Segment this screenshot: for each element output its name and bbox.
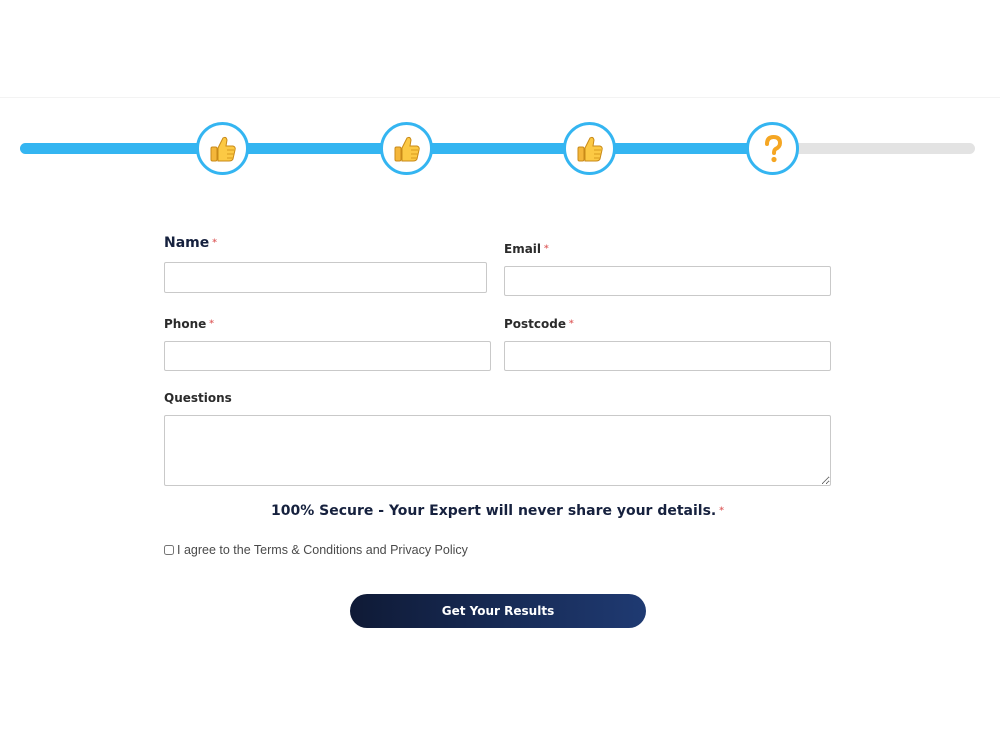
thumbs-up-icon (394, 136, 420, 161)
name-input[interactable] (164, 262, 487, 293)
questions-textarea[interactable] (164, 415, 831, 486)
name-label: Name * (164, 235, 217, 251)
terms-agreement[interactable]: I agree to the Terms & Conditions and Pr… (164, 543, 468, 557)
thumbs-up-icon (577, 136, 603, 161)
postcode-label: Postcode * (504, 317, 574, 331)
thumbs-up-icon (210, 136, 236, 161)
required-marker: * (209, 319, 214, 329)
step-2-thumbs-up-icon (380, 122, 433, 175)
get-results-button[interactable]: Get Your Results (350, 594, 646, 628)
step-4-question-mark-icon (746, 122, 799, 175)
email-label: Email * (504, 242, 549, 256)
page: Name * Email * Phone * Postcode * Questions … (0, 0, 1000, 750)
secure-notice: 100% Secure - Your Expert will never sha… (271, 503, 724, 519)
step-1-thumbs-up-icon (196, 122, 249, 175)
email-input[interactable] (504, 266, 831, 296)
terms-checkbox[interactable] (164, 545, 174, 555)
phone-input[interactable] (164, 341, 491, 371)
required-marker: * (544, 244, 549, 254)
terms-label: I agree to the Terms & Conditions and Pr… (177, 543, 468, 557)
postcode-input[interactable] (504, 341, 831, 371)
phone-label: Phone * (164, 317, 214, 331)
required-marker: * (212, 238, 217, 248)
questions-label: Questions (164, 391, 232, 405)
step-3-thumbs-up-icon (563, 122, 616, 175)
header-divider (0, 97, 1000, 98)
required-marker: * (569, 319, 574, 329)
required-marker: * (719, 506, 724, 516)
question-mark-icon (764, 134, 782, 162)
